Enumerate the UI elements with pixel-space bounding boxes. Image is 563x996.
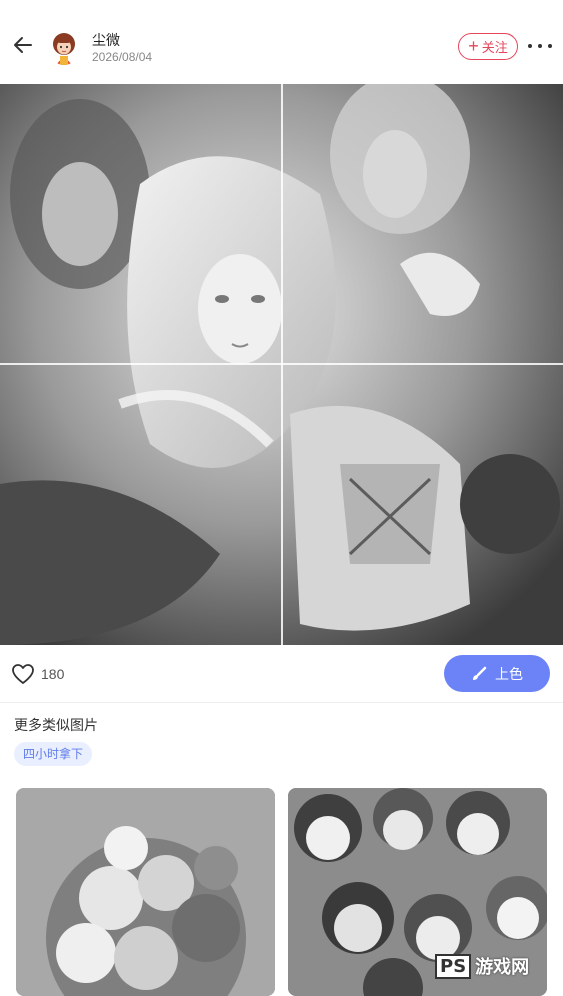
heart-outline-icon[interactable] — [11, 663, 35, 685]
more-options-icon[interactable] — [528, 38, 552, 54]
username[interactable]: 尘微 — [92, 30, 120, 50]
follow-button[interactable]: + 关注 — [458, 33, 518, 60]
watermark-logo: PS — [435, 953, 472, 979]
more-dot — [538, 44, 542, 48]
follow-label: 关注 — [481, 40, 508, 55]
color-button-label: 上色 — [495, 665, 523, 682]
similar-image-card[interactable] — [16, 788, 275, 996]
plus-icon: + — [468, 35, 479, 56]
brush-icon — [473, 666, 487, 680]
watermark: PS 游戏网 — [435, 948, 553, 984]
avatar[interactable] — [49, 31, 79, 65]
action-bar: 180 上色 — [0, 645, 563, 703]
like-count: 180 — [41, 666, 65, 682]
more-dot — [548, 44, 552, 48]
color-button[interactable]: 上色 — [444, 655, 550, 692]
grid-line-horizontal — [0, 363, 563, 365]
watermark-text: 游戏网 — [475, 957, 530, 977]
avatar-image — [49, 31, 79, 65]
artwork-image[interactable] — [0, 84, 563, 645]
back-arrow-icon[interactable] — [10, 32, 36, 58]
more-dot — [528, 44, 532, 48]
flower-thumbnail — [16, 788, 275, 996]
tag-chip[interactable]: 四小时拿下 — [14, 742, 93, 766]
similar-section-title: 更多类似图片 — [14, 717, 98, 733]
post-date: 2026/08/04 — [92, 50, 153, 64]
post-header: 尘微 2026/08/04 + 关注 — [0, 0, 563, 84]
